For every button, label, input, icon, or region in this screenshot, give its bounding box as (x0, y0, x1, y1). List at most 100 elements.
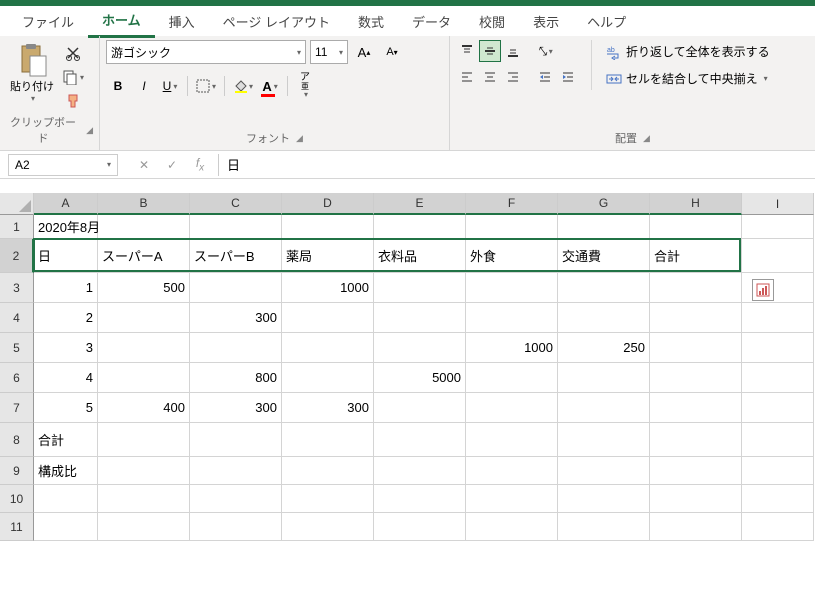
cell-B1[interactable] (98, 215, 190, 239)
cell-H3[interactable] (650, 273, 742, 303)
cell-F3[interactable] (466, 273, 558, 303)
cell-C1[interactable] (190, 215, 282, 239)
row-header-7[interactable]: 7 (0, 393, 34, 423)
cell-C2[interactable]: スーパーB (190, 239, 282, 273)
cell-H2[interactable]: 合計 (650, 239, 742, 273)
cell-D2[interactable]: 薬局 (282, 239, 374, 273)
cell-I2[interactable] (742, 239, 814, 273)
row-header-1[interactable]: 1 (0, 215, 34, 239)
column-header-G[interactable]: G (558, 193, 650, 215)
column-header-D[interactable]: D (282, 193, 374, 215)
column-header-I[interactable]: I (742, 193, 814, 215)
cell-B8[interactable] (98, 423, 190, 457)
column-header-B[interactable]: B (98, 193, 190, 215)
ribbon-tab-ホーム[interactable]: ホーム (88, 4, 155, 38)
cell-H9[interactable] (650, 457, 742, 485)
decrease-font-button[interactable]: A▾ (380, 40, 404, 64)
column-header-E[interactable]: E (374, 193, 466, 215)
cell-E5[interactable] (374, 333, 466, 363)
cell-A11[interactable] (34, 513, 98, 541)
row-header-11[interactable]: 11 (0, 513, 34, 541)
cell-H5[interactable] (650, 333, 742, 363)
row-header-2[interactable]: 2 (0, 239, 34, 273)
cell-I5[interactable] (742, 333, 814, 363)
align-right-button[interactable] (502, 66, 524, 88)
increase-indent-button[interactable] (557, 66, 579, 88)
cell-C3[interactable] (190, 273, 282, 303)
cell-I10[interactable] (742, 485, 814, 513)
cell-C9[interactable] (190, 457, 282, 485)
cell-D3[interactable]: 1000 (282, 273, 374, 303)
cell-I11[interactable] (742, 513, 814, 541)
cell-F11[interactable] (466, 513, 558, 541)
phonetic-button[interactable]: ア亜▾ (293, 74, 317, 98)
cell-H1[interactable] (650, 215, 742, 239)
enter-formula-button[interactable]: ✓ (162, 155, 182, 175)
align-middle-button[interactable] (479, 40, 501, 62)
cell-F4[interactable] (466, 303, 558, 333)
underline-button[interactable]: U▾ (158, 74, 182, 98)
insert-function-button[interactable]: fx (190, 155, 210, 175)
align-left-button[interactable] (456, 66, 478, 88)
align-center-button[interactable] (479, 66, 501, 88)
cell-I4[interactable] (742, 303, 814, 333)
cell-I1[interactable] (742, 215, 814, 239)
cell-G8[interactable] (558, 423, 650, 457)
cells-area[interactable]: 2020年8月 家計簿日スーパーAスーパーB薬局衣料品外食交通費合計150010… (34, 215, 814, 541)
cut-button[interactable] (62, 42, 84, 64)
ribbon-tab-データ[interactable]: データ (398, 6, 465, 37)
font-dialog-launcher[interactable]: ◢ (296, 133, 303, 144)
quick-analysis-button[interactable] (752, 279, 774, 301)
cell-F1[interactable] (466, 215, 558, 239)
cell-E4[interactable] (374, 303, 466, 333)
cell-E6[interactable]: 5000 (374, 363, 466, 393)
cell-E9[interactable] (374, 457, 466, 485)
cell-A4[interactable]: 2 (34, 303, 98, 333)
cell-D7[interactable]: 300 (282, 393, 374, 423)
cell-C5[interactable] (190, 333, 282, 363)
column-header-C[interactable]: C (190, 193, 282, 215)
row-header-6[interactable]: 6 (0, 363, 34, 393)
italic-button[interactable]: I (132, 74, 156, 98)
cell-B5[interactable] (98, 333, 190, 363)
cell-B11[interactable] (98, 513, 190, 541)
ribbon-tab-数式[interactable]: 数式 (344, 6, 398, 37)
cell-G3[interactable] (558, 273, 650, 303)
cell-E8[interactable] (374, 423, 466, 457)
cell-A2[interactable]: 日 (34, 239, 98, 273)
font-color-button[interactable]: A▾ (258, 74, 282, 98)
cell-C11[interactable] (190, 513, 282, 541)
cell-B7[interactable]: 400 (98, 393, 190, 423)
row-header-9[interactable]: 9 (0, 457, 34, 485)
formula-input[interactable]: 日 (218, 154, 815, 176)
cell-F2[interactable]: 外食 (466, 239, 558, 273)
alignment-dialog-launcher[interactable]: ◢ (643, 133, 650, 144)
cell-H10[interactable] (650, 485, 742, 513)
clipboard-dialog-launcher[interactable]: ◢ (86, 125, 93, 136)
cell-G4[interactable] (558, 303, 650, 333)
row-header-4[interactable]: 4 (0, 303, 34, 333)
cell-D5[interactable] (282, 333, 374, 363)
cell-F5[interactable]: 1000 (466, 333, 558, 363)
bold-button[interactable]: B (106, 74, 130, 98)
cell-I6[interactable] (742, 363, 814, 393)
column-header-H[interactable]: H (650, 193, 742, 215)
wrap-text-button[interactable]: ab 折り返して全体を表示する (600, 40, 776, 63)
cell-E2[interactable]: 衣料品 (374, 239, 466, 273)
ribbon-tab-ヘルプ[interactable]: ヘルプ (573, 6, 640, 37)
cell-F7[interactable] (466, 393, 558, 423)
cell-A9[interactable]: 構成比 (34, 457, 98, 485)
font-size-select[interactable]: 11▾ (310, 40, 348, 64)
cell-G11[interactable] (558, 513, 650, 541)
cell-D1[interactable] (282, 215, 374, 239)
cell-F10[interactable] (466, 485, 558, 513)
cell-H8[interactable] (650, 423, 742, 457)
merge-center-button[interactable]: セルを結合して中央揃え ▾ (600, 67, 776, 90)
cell-D10[interactable] (282, 485, 374, 513)
row-header-5[interactable]: 5 (0, 333, 34, 363)
cell-G6[interactable] (558, 363, 650, 393)
cell-A6[interactable]: 4 (34, 363, 98, 393)
row-header-3[interactable]: 3 (0, 273, 34, 303)
cell-D11[interactable] (282, 513, 374, 541)
cell-I8[interactable] (742, 423, 814, 457)
